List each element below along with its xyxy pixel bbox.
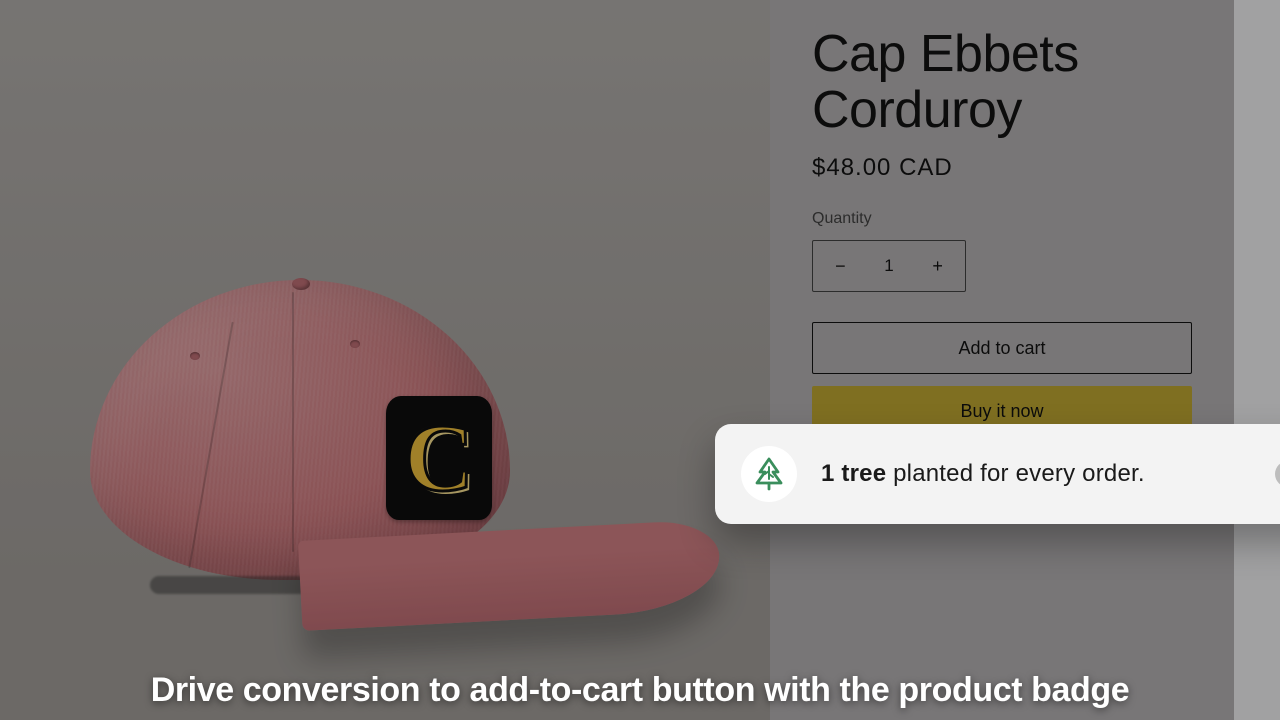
tree-planted-badge[interactable]: 1 tree planted for every order. i xyxy=(715,424,1280,524)
product-price: $48.00 CAD xyxy=(812,154,1244,182)
product-title: Cap Ebbets Corduroy xyxy=(812,26,1244,138)
right-gutter xyxy=(1234,0,1280,720)
badge-text-bold: 1 tree xyxy=(821,460,886,487)
quantity-decrease-button[interactable]: − xyxy=(813,241,868,291)
quantity-label: Quantity xyxy=(812,210,1244,228)
quantity-increase-button[interactable]: + xyxy=(910,241,965,291)
tree-icon xyxy=(741,446,797,502)
badge-text-rest: planted for every order. xyxy=(886,460,1144,487)
product-image-area: C xyxy=(0,0,770,720)
product-image: C xyxy=(60,250,700,630)
info-icon[interactable]: i xyxy=(1275,461,1280,487)
cap-patch-letter: C xyxy=(404,410,473,506)
product-info-panel: Cap Ebbets Corduroy $48.00 CAD Quantity … xyxy=(770,0,1280,720)
badge-text: 1 tree planted for every order. xyxy=(821,460,1251,488)
add-to-cart-button[interactable]: Add to cart xyxy=(812,322,1192,374)
quantity-stepper[interactable]: − 1 + xyxy=(812,240,966,292)
quantity-value: 1 xyxy=(868,241,911,291)
cap-patch: C xyxy=(386,396,492,520)
